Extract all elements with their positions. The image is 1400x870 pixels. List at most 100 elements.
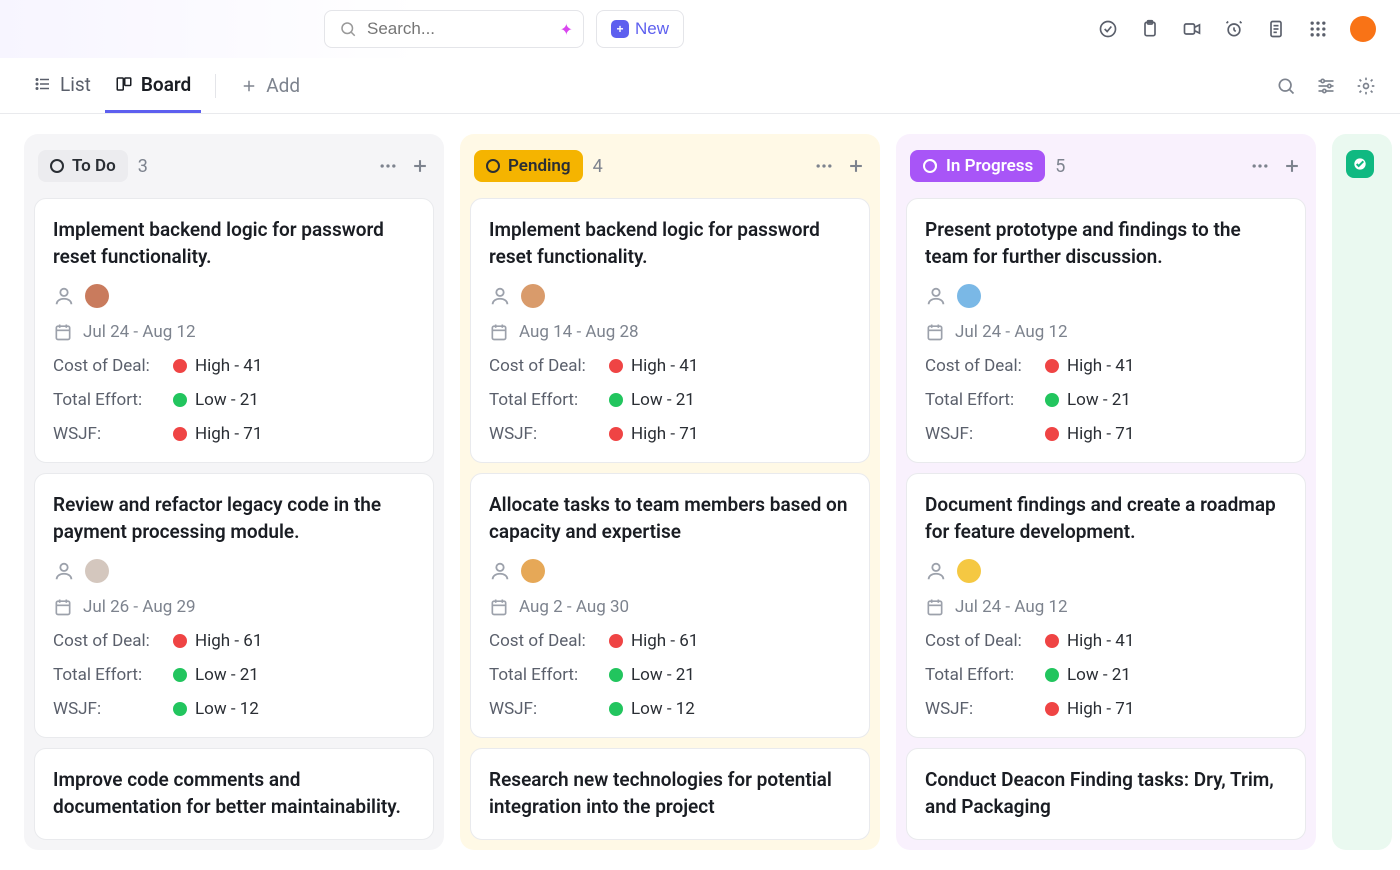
metric-value: Low - 12	[195, 699, 259, 719]
priority-dot-icon	[609, 702, 623, 716]
date-row: Aug 14 - Aug 28	[489, 322, 851, 342]
document-icon[interactable]	[1266, 19, 1286, 39]
metric-wsjf: WSJF:High - 71	[925, 424, 1287, 444]
status-pill-done[interactable]	[1346, 150, 1374, 178]
search-input[interactable]	[367, 19, 588, 39]
add-card-icon[interactable]	[410, 156, 430, 176]
list-icon	[34, 75, 52, 93]
metric-label: Total Effort:	[53, 390, 173, 410]
alarm-icon[interactable]	[1224, 19, 1244, 39]
person-icon[interactable]	[489, 285, 511, 307]
assignee-avatar[interactable]	[85, 284, 109, 308]
status-pill-pending[interactable]: Pending	[474, 150, 583, 182]
metric-label: Cost of Deal:	[925, 356, 1045, 376]
metric-value: Low - 12	[631, 699, 695, 719]
new-button[interactable]: + New	[596, 10, 684, 48]
view-list[interactable]: List	[24, 59, 101, 113]
priority-dot-icon	[173, 427, 187, 441]
person-icon[interactable]	[53, 285, 75, 307]
view-divider	[215, 74, 216, 98]
person-icon[interactable]	[53, 560, 75, 582]
priority-dot-icon	[173, 668, 187, 682]
search-icon[interactable]	[1276, 76, 1296, 96]
task-card[interactable]: Implement backend logic for password res…	[34, 198, 434, 463]
column-header	[1342, 144, 1382, 184]
add-card-icon[interactable]	[846, 156, 866, 176]
metric-label: WSJF:	[53, 699, 173, 719]
assignee-avatar[interactable]	[521, 284, 545, 308]
more-icon[interactable]	[814, 156, 834, 176]
clipboard-icon[interactable]	[1140, 19, 1160, 39]
view-list-label: List	[60, 73, 91, 96]
apps-grid-icon[interactable]	[1308, 19, 1328, 39]
calendar-icon	[53, 597, 73, 617]
metric-cost: Cost of Deal:High - 61	[53, 631, 415, 651]
search-box[interactable]: ✦	[324, 10, 584, 48]
priority-dot-icon	[173, 634, 187, 648]
date-text: Aug 14 - Aug 28	[519, 322, 639, 342]
task-card[interactable]: Review and refactor legacy code in the p…	[34, 473, 434, 738]
priority-dot-icon	[173, 702, 187, 716]
metric-label: WSJF:	[489, 699, 609, 719]
person-icon[interactable]	[925, 560, 947, 582]
task-card[interactable]: Conduct Deacon Finding tasks: Dry, Trim,…	[906, 748, 1306, 839]
metric-wsjf: WSJF:High - 71	[53, 424, 415, 444]
calendar-icon	[925, 597, 945, 617]
metric-value: High - 71	[631, 424, 698, 444]
top-actions	[1098, 16, 1376, 42]
assignee-avatar[interactable]	[521, 559, 545, 583]
task-card[interactable]: Present prototype and findings to the te…	[906, 198, 1306, 463]
metric-label: Total Effort:	[925, 665, 1045, 685]
metric-value: High - 41	[1067, 631, 1134, 651]
assignee-row	[53, 284, 415, 308]
filter-icon[interactable]	[1316, 76, 1336, 96]
assignee-avatar[interactable]	[957, 559, 981, 583]
settings-icon[interactable]	[1356, 76, 1376, 96]
metric-wsjf: WSJF:High - 71	[925, 699, 1287, 719]
date-row: Aug 2 - Aug 30	[489, 597, 851, 617]
priority-dot-icon	[1045, 393, 1059, 407]
task-card[interactable]: Research new technologies for potential …	[470, 748, 870, 839]
metric-value: Low - 21	[631, 390, 695, 410]
card-title: Document findings and create a roadmap f…	[925, 492, 1287, 545]
ai-sparkle-icon[interactable]: ✦	[560, 20, 573, 39]
user-avatar[interactable]	[1350, 16, 1376, 42]
check-circle-icon[interactable]	[1098, 19, 1118, 39]
add-card-icon[interactable]	[1282, 156, 1302, 176]
date-text: Jul 24 - Aug 12	[83, 322, 196, 342]
column-todo: To Do 3 Implement backend logic for pass…	[24, 134, 444, 850]
plus-icon	[240, 77, 258, 95]
status-pill-todo[interactable]: To Do	[38, 150, 128, 182]
view-bar: List Board Add	[0, 58, 1400, 114]
task-card[interactable]: Document findings and create a roadmap f…	[906, 473, 1306, 738]
card-title: Research new technologies for potential …	[489, 767, 851, 820]
view-add[interactable]: Add	[230, 64, 310, 107]
task-card[interactable]: Improve code comments and documentation …	[34, 748, 434, 839]
assignee-avatar[interactable]	[85, 559, 109, 583]
more-icon[interactable]	[1250, 156, 1270, 176]
assignee-avatar[interactable]	[957, 284, 981, 308]
priority-dot-icon	[173, 359, 187, 373]
metric-effort: Total Effort:Low - 21	[53, 665, 415, 685]
person-icon[interactable]	[925, 285, 947, 307]
status-progress-icon	[922, 158, 938, 174]
assignee-row	[53, 559, 415, 583]
board-icon	[115, 75, 133, 93]
priority-dot-icon	[1045, 634, 1059, 648]
date-row: Jul 24 - Aug 12	[53, 322, 415, 342]
status-circle-icon	[50, 159, 64, 173]
card-title: Allocate tasks to team members based on …	[489, 492, 851, 545]
person-icon[interactable]	[489, 560, 511, 582]
view-board[interactable]: Board	[105, 59, 201, 113]
metric-value: High - 41	[1067, 356, 1134, 376]
task-card[interactable]: Implement backend logic for password res…	[470, 198, 870, 463]
plus-icon: +	[611, 20, 629, 38]
card-title: Improve code comments and documentation …	[53, 767, 415, 820]
task-card[interactable]: Allocate tasks to team members based on …	[470, 473, 870, 738]
status-pill-in-progress[interactable]: In Progress	[910, 150, 1045, 182]
priority-dot-icon	[1045, 427, 1059, 441]
date-text: Jul 24 - Aug 12	[955, 322, 1068, 342]
metric-cost: Cost of Deal:High - 61	[489, 631, 851, 651]
more-icon[interactable]	[378, 156, 398, 176]
video-icon[interactable]	[1182, 19, 1202, 39]
